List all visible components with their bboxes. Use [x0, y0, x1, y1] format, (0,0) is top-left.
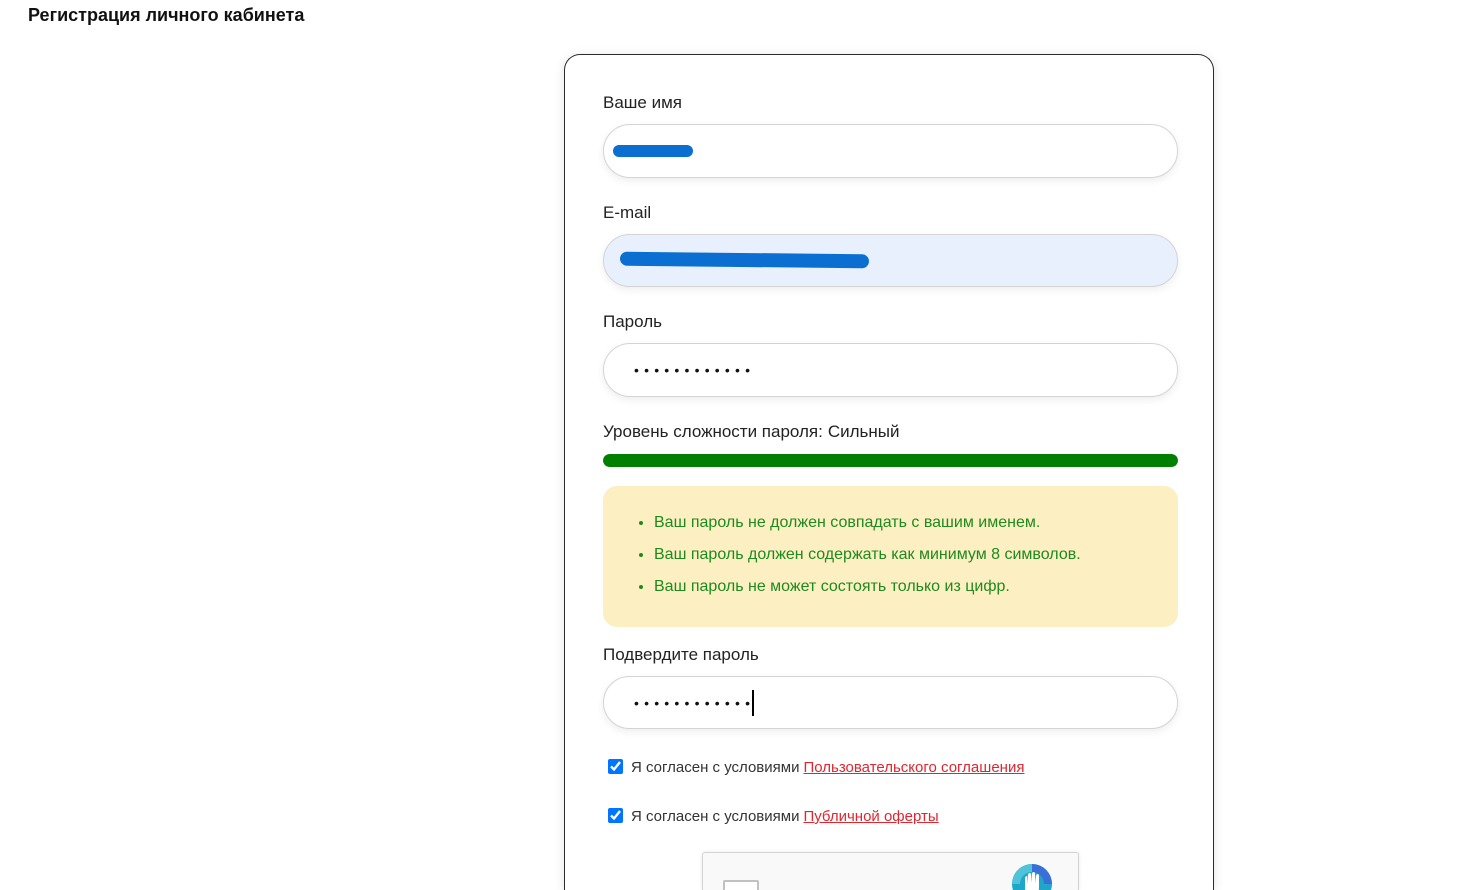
page: Регистрация личного кабинета Ваше имя E-…	[0, 0, 1467, 890]
name-label: Ваше имя	[603, 93, 682, 112]
confirm-password-value: ••••••••••••	[634, 694, 756, 711]
page-title: Регистрация личного кабинета	[28, 5, 305, 25]
recaptcha-widget	[702, 852, 1079, 890]
password-hints-list: Ваш пароль не должен совпадать с вашим и…	[603, 486, 1178, 603]
public-offer-link[interactable]: Публичной оферты	[803, 808, 938, 826]
text-caret	[752, 689, 755, 716]
password-label: Пароль	[603, 312, 662, 331]
hint-item: Ваш пароль должен содержать как минимум …	[654, 539, 1178, 571]
hint-item: Ваш пароль не может состоять только из ц…	[654, 571, 1178, 603]
email-redaction-mark	[619, 251, 870, 269]
email-label: E-mail	[603, 203, 652, 222]
recaptcha-logo-icon	[1012, 864, 1052, 890]
password-strength-fill	[603, 454, 1178, 467]
agreement-text: Я согласен с условиями	[631, 808, 800, 825]
hint-item: Ваш пароль не должен совпадать с вашим и…	[654, 507, 1178, 539]
password-strength-caption: Уровень сложности пароля:	[603, 422, 823, 441]
agreement-text: Я согласен с условиями	[631, 759, 800, 776]
password-value: ••••••••••••	[634, 362, 756, 378]
confirm-password-input[interactable]: ••••••••••••	[603, 676, 1178, 729]
agreement-user-terms: Я согласен с условиями Пользовательского…	[607, 755, 1024, 777]
password-strength-label: Уровень сложности пароля: Сильный	[603, 422, 900, 442]
name-redaction-mark	[613, 145, 693, 157]
confirm-password-label: Подвердите пароль	[603, 645, 759, 664]
agreement-public-offer: Я согласен с условиями Публичной оферты	[607, 804, 939, 826]
recaptcha-checkbox[interactable]	[723, 880, 759, 890]
password-hints-box: Ваш пароль не должен совпадать с вашим и…	[603, 486, 1178, 627]
user-terms-link[interactable]: Пользовательского соглашения	[803, 759, 1024, 777]
public-offer-checkbox[interactable]	[608, 807, 623, 823]
user-terms-checkbox[interactable]	[608, 758, 623, 774]
password-input[interactable]: ••••••••••••	[603, 343, 1178, 397]
password-strength-bar	[603, 454, 1178, 467]
password-strength-value: Сильный	[827, 422, 900, 441]
